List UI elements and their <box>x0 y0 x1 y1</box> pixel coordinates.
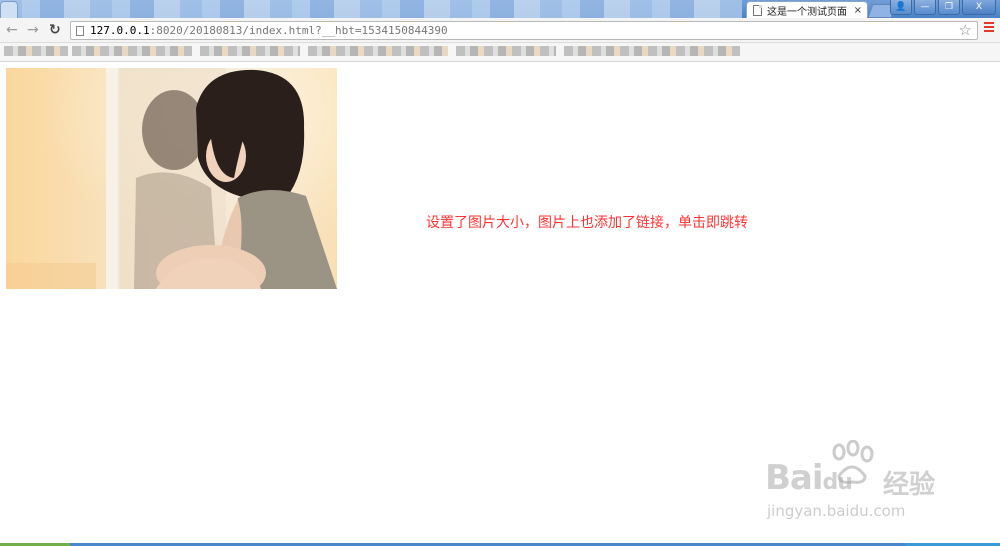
bookmark-item[interactable] <box>4 46 68 56</box>
bookmark-item[interactable] <box>456 46 556 56</box>
bookmarks-bar <box>0 43 1000 62</box>
watermark-brand: Baidu <box>765 458 853 498</box>
bookmark-item[interactable] <box>308 46 448 56</box>
tab-title: 这是一个测试页面 <box>767 6 847 18</box>
tab-strip: 这是一个测试页面 × 👤 — ❐ X <box>0 0 1000 18</box>
page-icon <box>753 4 762 16</box>
url-path: :8020/20180813/index.html?__hbt=15341508… <box>149 24 448 37</box>
portrait-photo[interactable] <box>6 68 337 289</box>
bookmark-item[interactable] <box>564 46 740 56</box>
restore-button[interactable]: ❐ <box>938 0 960 15</box>
reload-icon[interactable]: ↻ <box>49 22 61 38</box>
hamburger-menu-icon[interactable] <box>984 22 994 34</box>
baidu-jingyan-watermark: Baidu 经验 jingyan.baidu.com <box>765 440 950 525</box>
background-tab[interactable] <box>0 1 18 18</box>
close-window-button[interactable]: X <box>962 0 996 15</box>
blurred-background-tabs <box>0 0 742 18</box>
address-bar[interactable]: 127.0.0.1:8020/20180813/index.html?__hbt… <box>70 21 978 40</box>
url-host: 127.0.0.1 <box>90 24 150 37</box>
back-arrow-icon[interactable]: ← <box>6 22 18 38</box>
active-tab[interactable]: 这是一个测试页面 × <box>746 1 868 18</box>
minimize-button[interactable]: — <box>914 0 936 15</box>
browser-toolbar: ← → ↻ 127.0.0.1:8020/20180813/index.html… <box>0 18 1000 43</box>
tab-close-icon[interactable]: × <box>854 5 862 16</box>
watermark-url: jingyan.baidu.com <box>767 502 906 520</box>
image-link[interactable] <box>6 68 337 289</box>
user-profile-icon[interactable]: 👤 <box>890 0 912 15</box>
bookmark-item[interactable] <box>72 46 192 56</box>
bookmark-item[interactable] <box>200 46 300 56</box>
bookmark-star-icon[interactable]: ☆ <box>959 21 972 39</box>
forward-arrow-icon[interactable]: → <box>27 22 39 38</box>
watermark-brand-cn: 经验 <box>883 470 936 500</box>
page-icon <box>76 25 84 36</box>
caption-text: 设置了图片大小，图片上也添加了链接，单击即跳转 <box>426 215 748 231</box>
window-controls: 👤 — ❐ X <box>888 0 996 15</box>
